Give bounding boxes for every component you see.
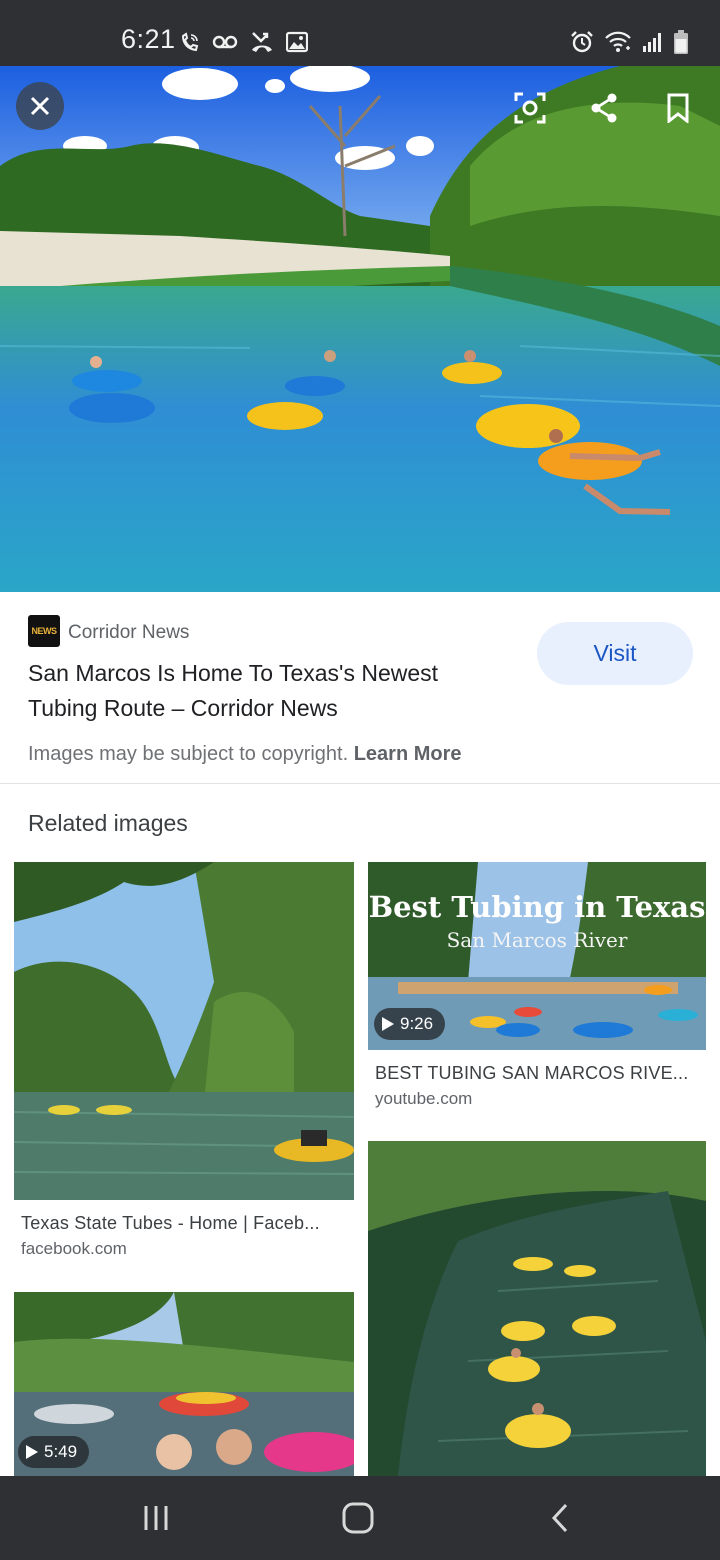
battery-icon bbox=[674, 30, 688, 54]
page-title[interactable]: San Marcos Is Home To Texas's Newest Tub… bbox=[28, 656, 508, 726]
notification-icons bbox=[180, 28, 308, 56]
gallery-icon bbox=[286, 31, 308, 53]
learn-more-link[interactable]: Learn More bbox=[354, 743, 462, 765]
related-image-title[interactable]: BEST TUBING SAN MARCOS RIVE... bbox=[375, 1063, 700, 1084]
related-image-title[interactable]: Texas State Tubes - Home | Faceb... bbox=[21, 1213, 351, 1234]
hero-image[interactable] bbox=[0, 66, 720, 592]
recent-apps-icon bbox=[144, 1506, 168, 1530]
share-icon bbox=[591, 93, 617, 123]
back-icon bbox=[551, 1503, 568, 1533]
video-duration: 9:26 bbox=[400, 1014, 434, 1033]
status-time: 6:21 bbox=[121, 24, 176, 54]
source-panel: NEWS Corridor News San Marcos Is Home To… bbox=[0, 592, 720, 784]
status-bar: 6:21 bbox=[0, 0, 720, 66]
navigation-bar bbox=[0, 1476, 720, 1560]
voicemail-icon bbox=[212, 35, 238, 49]
recent-apps-button[interactable] bbox=[136, 1498, 176, 1538]
lens-button[interactable] bbox=[506, 84, 554, 132]
related-image-domain: youtube.com bbox=[375, 1089, 473, 1108]
visit-button[interactable]: Visit bbox=[537, 622, 693, 685]
alarm-icon bbox=[571, 31, 593, 53]
video-duration-badge: 9:26 bbox=[374, 1008, 446, 1040]
related-image-thumbnail[interactable] bbox=[14, 862, 354, 1200]
wifi-calling-icon bbox=[181, 32, 199, 52]
copyright-text: Images may be subject to copyright. bbox=[28, 743, 349, 765]
source-name[interactable]: Corridor News bbox=[68, 622, 189, 644]
related-video-thumbnail[interactable]: Best Tubing in Texas San Marcos River 9:… bbox=[368, 862, 706, 1050]
bookmark-icon bbox=[667, 93, 689, 123]
wifi-icon bbox=[605, 31, 631, 52]
system-status-icons bbox=[570, 28, 688, 56]
bookmark-button[interactable] bbox=[654, 84, 702, 132]
video-duration: 5:49 bbox=[44, 1442, 78, 1461]
missed-call-icon bbox=[252, 32, 272, 52]
home-icon bbox=[342, 1502, 374, 1534]
close-button[interactable] bbox=[16, 82, 64, 130]
home-button[interactable] bbox=[338, 1498, 378, 1538]
related-video-thumbnail[interactable]: 5:49 bbox=[14, 1292, 354, 1476]
source-favicon: NEWS bbox=[28, 615, 60, 647]
video-overlay-title: Best Tubing in Texas bbox=[368, 890, 706, 924]
back-button[interactable] bbox=[540, 1498, 580, 1538]
share-button[interactable] bbox=[580, 84, 628, 132]
video-overlay-subtitle: San Marcos River bbox=[446, 928, 628, 952]
play-icon bbox=[382, 1017, 394, 1031]
related-images-heading: Related images bbox=[28, 810, 188, 836]
play-icon bbox=[26, 1445, 38, 1459]
related-image-domain: facebook.com bbox=[21, 1239, 127, 1258]
close-icon bbox=[30, 96, 50, 116]
related-image-thumbnail[interactable] bbox=[368, 1141, 706, 1476]
video-duration-badge: 5:49 bbox=[18, 1436, 90, 1468]
signal-icon bbox=[643, 33, 661, 52]
copyright-notice: Images may be subject to copyright. Lear… bbox=[28, 743, 462, 766]
lens-icon bbox=[514, 92, 546, 124]
